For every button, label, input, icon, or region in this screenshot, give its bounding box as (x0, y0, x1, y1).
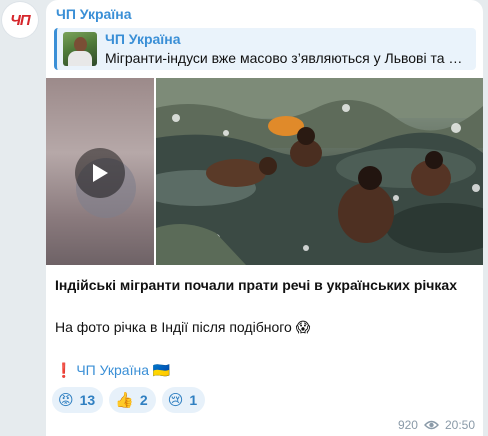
message-meta: 920 20:50 (398, 418, 475, 432)
reply-preview[interactable]: ЧП Україна Мігранти-індуси вже масово з’… (54, 28, 476, 70)
angry-face-icon: 😡 (58, 392, 74, 409)
reaction-crying[interactable]: 😢 1 (161, 387, 206, 413)
message-time: 20:50 (444, 418, 475, 432)
message-headline: Індійські мігранти почали прати речі в у… (55, 277, 457, 293)
reply-thumbnail (63, 32, 97, 66)
reaction-count: 13 (79, 392, 96, 408)
play-button[interactable] (75, 148, 125, 198)
message-caption: На фото річка в Індії після подібного 😱 (55, 319, 311, 335)
channel-name[interactable]: ЧП Україна (56, 6, 132, 22)
media-group (46, 78, 483, 265)
photo[interactable] (156, 78, 483, 265)
eye-icon (424, 420, 439, 430)
channel-avatar[interactable]: ЧП (2, 2, 38, 38)
video-thumbnail[interactable] (46, 78, 154, 265)
river-photo (156, 78, 483, 265)
reaction-count: 1 (189, 392, 198, 408)
crying-face-icon: 😢 (167, 392, 184, 409)
thumbs-up-icon: 👍 (115, 392, 134, 409)
channel-signature-link[interactable]: ❗️ ЧП Україна 🇺🇦 (55, 362, 170, 379)
reactions-bar: 😡 13 👍 2 😢 1 (52, 387, 206, 413)
reply-text: Мігранти-індуси вже масово з’являються у… (105, 50, 463, 66)
play-icon (93, 164, 108, 182)
reaction-count: 2 (139, 392, 148, 408)
reaction-thumbs-up[interactable]: 👍 2 (109, 387, 156, 413)
avatar-label: ЧП (10, 11, 30, 29)
reaction-angry[interactable]: 😡 13 (52, 387, 104, 413)
reply-title: ЧП Україна (105, 31, 181, 47)
message-bubble: ЧП Україна ЧП Україна Мігранти-індуси вж… (46, 0, 483, 436)
view-count: 920 (397, 418, 418, 432)
